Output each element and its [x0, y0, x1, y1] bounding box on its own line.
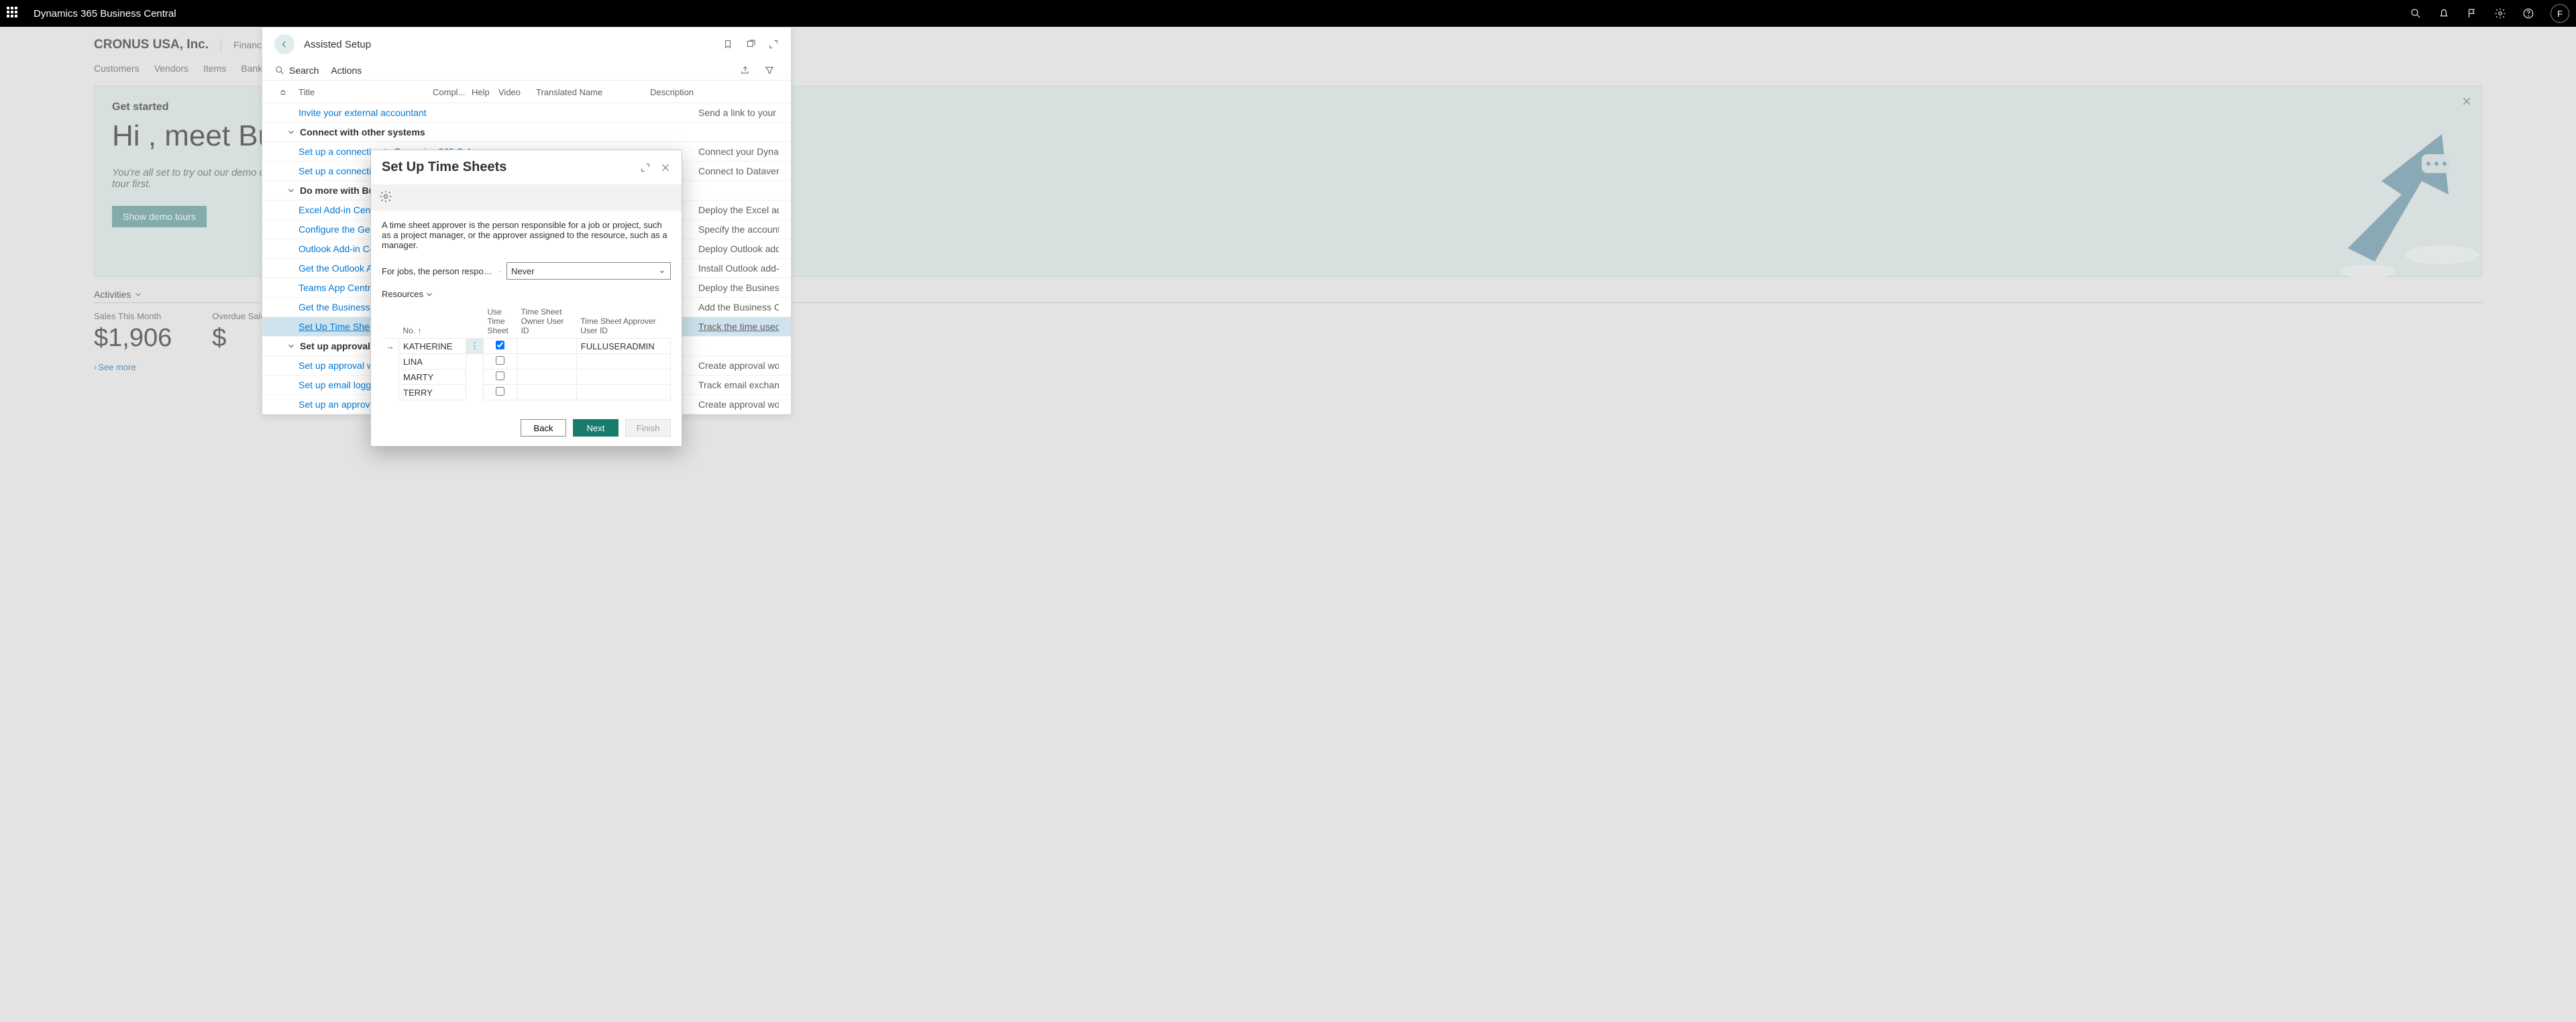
close-icon[interactable] — [660, 162, 671, 173]
collapse-all-icon[interactable] — [278, 87, 288, 97]
col-approver[interactable]: Time Sheet Approver User ID — [576, 304, 670, 339]
resources-toggle[interactable]: Resources — [382, 289, 671, 299]
cell-approver[interactable] — [576, 370, 670, 385]
row-menu-icon[interactable]: ⋮ — [466, 339, 484, 354]
cell-use-timesheet[interactable] — [484, 339, 517, 354]
cell-use-timesheet[interactable] — [484, 385, 517, 400]
bookmark-icon[interactable] — [722, 39, 733, 50]
row-selector-icon[interactable] — [382, 370, 399, 385]
top-bar: Dynamics 365 Business Central F — [0, 0, 2576, 27]
col-owner[interactable]: Time Sheet Owner User ID — [517, 304, 577, 339]
search-label[interactable]: Search — [289, 65, 319, 76]
col-help[interactable]: Help — [472, 87, 498, 97]
setup-row[interactable]: Invite your external accountantSend a li… — [262, 103, 791, 123]
chevron-down-icon — [286, 186, 296, 195]
finish-button: Finish — [625, 419, 671, 437]
dialog-description: A time sheet approver is the person resp… — [382, 220, 671, 250]
resource-row[interactable]: MARTY — [382, 370, 671, 385]
col-video[interactable]: Video — [498, 87, 536, 97]
cell-owner[interactable] — [517, 370, 577, 385]
responsible-dropdown[interactable]: Never — [506, 262, 671, 280]
col-description[interactable]: Description — [650, 87, 779, 97]
search-icon[interactable] — [274, 65, 285, 76]
cell-approver[interactable] — [576, 385, 670, 400]
gear-icon[interactable] — [2494, 7, 2506, 19]
col-no[interactable]: No. ↑ — [399, 304, 466, 339]
app-launcher-icon[interactable] — [7, 7, 20, 20]
share-icon[interactable] — [740, 65, 751, 76]
field-label-responsible: For jobs, the person responsibl… — [382, 266, 492, 276]
resource-row[interactable]: →KATHERINE⋮ FULLUSERADMIN — [382, 339, 671, 354]
cell-use-timesheet[interactable] — [484, 354, 517, 370]
row-selector-icon[interactable] — [382, 385, 399, 400]
resource-row[interactable]: LINA — [382, 354, 671, 370]
col-translated[interactable]: Translated Name — [536, 87, 650, 97]
col-title[interactable]: Title — [299, 87, 433, 97]
panel-title: Assisted Setup — [304, 39, 371, 50]
flag-icon[interactable] — [2466, 7, 2478, 19]
help-icon[interactable] — [2522, 7, 2534, 19]
actions-menu[interactable]: Actions — [331, 65, 362, 76]
popout-icon[interactable] — [745, 39, 756, 50]
next-button[interactable]: Next — [573, 419, 619, 437]
cell-owner[interactable] — [517, 385, 577, 400]
setup-timesheets-dialog: Set Up Time Sheets A time sheet approver… — [370, 150, 682, 447]
gear-icon[interactable] — [379, 190, 392, 203]
cell-owner[interactable] — [517, 354, 577, 370]
page-content: CRONUS USA, Inc. Finance Customers Vendo… — [0, 27, 2576, 1022]
chevron-down-icon — [286, 341, 296, 351]
filter-icon[interactable] — [764, 65, 775, 76]
dialog-title: Set Up Time Sheets — [382, 160, 506, 175]
col-completed[interactable]: Compl... — [433, 87, 472, 97]
expand-icon[interactable] — [640, 162, 651, 173]
cell-approver[interactable] — [576, 354, 670, 370]
cell-approver[interactable]: FULLUSERADMIN — [576, 339, 670, 354]
expand-icon[interactable] — [768, 39, 779, 50]
row-selector-icon[interactable] — [382, 354, 399, 370]
resource-row[interactable]: TERRY — [382, 385, 671, 400]
cell-no[interactable]: MARTY — [399, 370, 466, 385]
back-button[interactable] — [274, 34, 294, 54]
chevron-down-icon — [286, 127, 296, 137]
resources-table: No. ↑ Use Time Sheet Time Sheet Owner Us… — [382, 304, 671, 400]
row-selector-icon[interactable]: → — [382, 339, 399, 354]
cell-owner[interactable] — [517, 339, 577, 354]
setup-row[interactable]: Connect with other systems — [262, 123, 791, 142]
search-icon[interactable] — [2410, 7, 2422, 19]
bell-icon[interactable] — [2438, 7, 2450, 19]
user-avatar[interactable]: F — [2551, 4, 2569, 23]
cell-no[interactable]: TERRY — [399, 385, 466, 400]
app-title: Dynamics 365 Business Central — [34, 8, 176, 19]
back-button[interactable]: Back — [521, 419, 566, 437]
col-use[interactable]: Use Time Sheet — [484, 304, 517, 339]
cell-no[interactable]: KATHERINE — [399, 339, 466, 354]
cell-use-timesheet[interactable] — [484, 370, 517, 385]
cell-no[interactable]: LINA — [399, 354, 466, 370]
